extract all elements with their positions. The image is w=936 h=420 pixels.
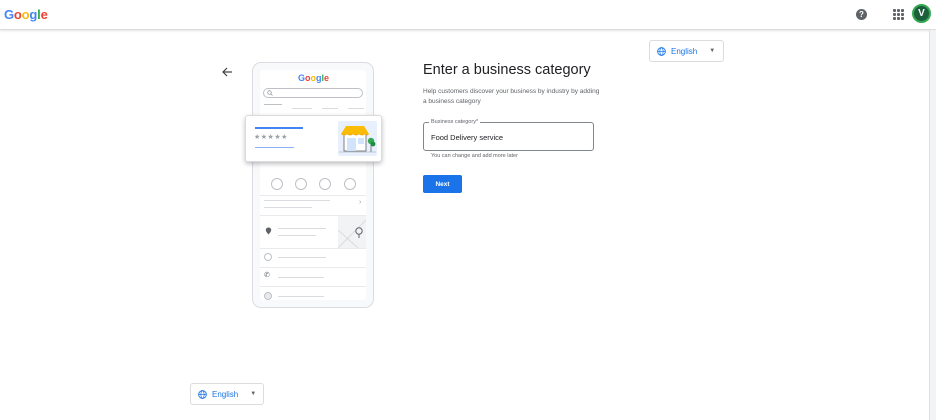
account-avatar[interactable]: V — [912, 4, 931, 23]
help-icon[interactable]: ? — [856, 9, 867, 20]
phone-screen: Google › ✆ — [260, 70, 367, 300]
dropdown-caret-icon: ▼ — [709, 48, 716, 54]
page-description: Help customers discover your business by… — [423, 88, 600, 105]
call-icon: ✆ — [264, 272, 270, 279]
field-helper-text: You can change and add more later — [431, 153, 518, 159]
illustration-tab-line — [348, 108, 364, 109]
business-category-label: Business category* — [429, 119, 481, 125]
language-selector-bottom[interactable]: English ▼ — [190, 383, 264, 405]
illustration-map-thumbnail — [337, 216, 367, 249]
location-pin-icon — [265, 227, 272, 235]
illustration-google-logo: Google — [298, 73, 330, 83]
illustration-divider — [260, 248, 366, 249]
storefront-icon — [338, 121, 377, 156]
business-category-field[interactable]: Business category* — [423, 119, 594, 151]
illustration-text-line — [264, 207, 312, 208]
phone-icon — [295, 178, 307, 190]
language-label: English — [212, 389, 239, 399]
language-selector-top[interactable]: English ▼ — [649, 40, 724, 62]
dropdown-caret-icon: ▼ — [250, 391, 257, 397]
illustration-category-line — [255, 147, 294, 148]
arrow-back-icon[interactable] — [221, 66, 233, 78]
illustration-text-line — [278, 296, 324, 297]
illustration-tab-line — [264, 104, 282, 105]
google-logo[interactable]: Google — [4, 7, 48, 22]
business-card-illustration: ★★★★★ — [245, 115, 382, 162]
illustration-divider — [260, 267, 366, 268]
search-icon — [267, 90, 273, 96]
illustration-text-line — [264, 200, 330, 201]
phone-illustration: Google › ✆ — [252, 62, 374, 308]
illustration-text-line — [278, 277, 324, 278]
globe-icon — [657, 46, 666, 56]
language-label: English — [671, 46, 698, 56]
directions-icon — [271, 178, 283, 190]
illustration-search-bar — [263, 88, 363, 98]
website-globe-icon — [264, 292, 272, 300]
illustration-tab-line — [322, 108, 338, 109]
map-pin-icon — [337, 219, 367, 249]
apps-grid-icon[interactable] — [893, 9, 904, 20]
business-category-input[interactable] — [431, 133, 581, 142]
illustration-text-line — [278, 228, 326, 229]
page-title: Enter a business category — [423, 62, 591, 78]
clock-icon — [264, 253, 272, 261]
illustration-divider — [260, 286, 366, 287]
illustration-tab-line — [292, 108, 312, 109]
illustration-text-line — [278, 235, 316, 236]
top-app-bar: Google ? V — [0, 0, 936, 30]
next-button[interactable]: Next — [423, 175, 462, 193]
save-icon — [319, 178, 331, 190]
globe-icon — [198, 389, 207, 399]
scrollbar[interactable] — [929, 30, 936, 420]
illustration-text-line — [278, 257, 326, 258]
illustration-divider — [260, 195, 366, 196]
rating-stars: ★★★★★ — [254, 134, 288, 141]
illustration-business-name-line — [255, 127, 303, 129]
share-icon — [344, 178, 356, 190]
chevron-right-icon: › — [359, 199, 362, 206]
